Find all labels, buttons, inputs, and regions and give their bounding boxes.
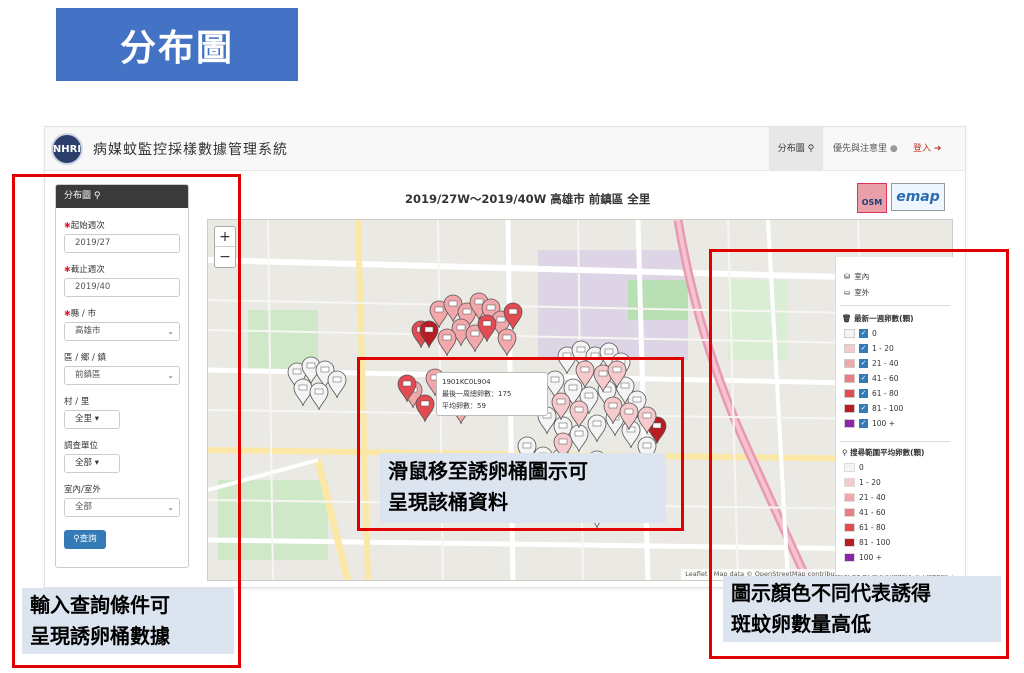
slide: 分布圖 NHRI 病媒蚊監控採樣數據管理系統 分布圖 ⚲ 優先與注意里 ● 登入… — [0, 0, 1024, 673]
callout-center: 滑鼠移至誘卵桶圖示可 呈現該桶資料 — [380, 453, 666, 523]
navbar: NHRI 病媒蚊監控採樣數據管理系統 分布圖 ⚲ 優先與注意里 ● 登入 ➜ — [45, 127, 965, 171]
map-title: 2019/27W～2019/40W 高雄市 前鎮區 全里 — [405, 192, 651, 206]
slide-title: 分布圖 — [56, 8, 298, 81]
logo: NHRI — [51, 133, 83, 165]
login-icon: ➜ — [933, 144, 942, 154]
callout-left-line2: 呈現誘卵桶數據 — [30, 624, 170, 648]
callout-right-line2: 斑蚊卵數量高低 — [731, 612, 871, 636]
callout-center-line2: 呈現該桶資料 — [388, 490, 508, 514]
emap-layer-button[interactable]: emap — [891, 183, 945, 211]
osm-layer-button[interactable]: OSM — [857, 183, 887, 213]
info-icon: ● — [889, 144, 898, 154]
nav-distribution[interactable]: 分布圖 ⚲ — [769, 127, 823, 171]
callout-right-line1: 圖示顏色不同代表誘得 — [731, 581, 931, 605]
callout-left: 輸入查詢條件可 呈現誘卵桶數據 — [22, 588, 234, 654]
callout-left-line1: 輸入查詢條件可 — [30, 593, 170, 617]
nav-distribution-label: 分布圖 — [777, 144, 805, 154]
nav-login-label: 登入 — [913, 144, 932, 154]
nav-priority-label: 優先與注意里 — [833, 144, 888, 154]
callout-center-line1: 滑鼠移至誘卵桶圖示可 — [388, 459, 588, 483]
map-marker-icon: ⚲ — [807, 144, 815, 154]
brand-title[interactable]: 病媒蚊監控採樣數據管理系統 — [93, 139, 288, 159]
nav-login[interactable]: 登入 ➜ — [913, 127, 961, 171]
callout-right: 圖示顏色不同代表誘得 斑蚊卵數量高低 — [723, 576, 1001, 642]
nav-priority[interactable]: 優先與注意里 ● — [833, 127, 903, 171]
